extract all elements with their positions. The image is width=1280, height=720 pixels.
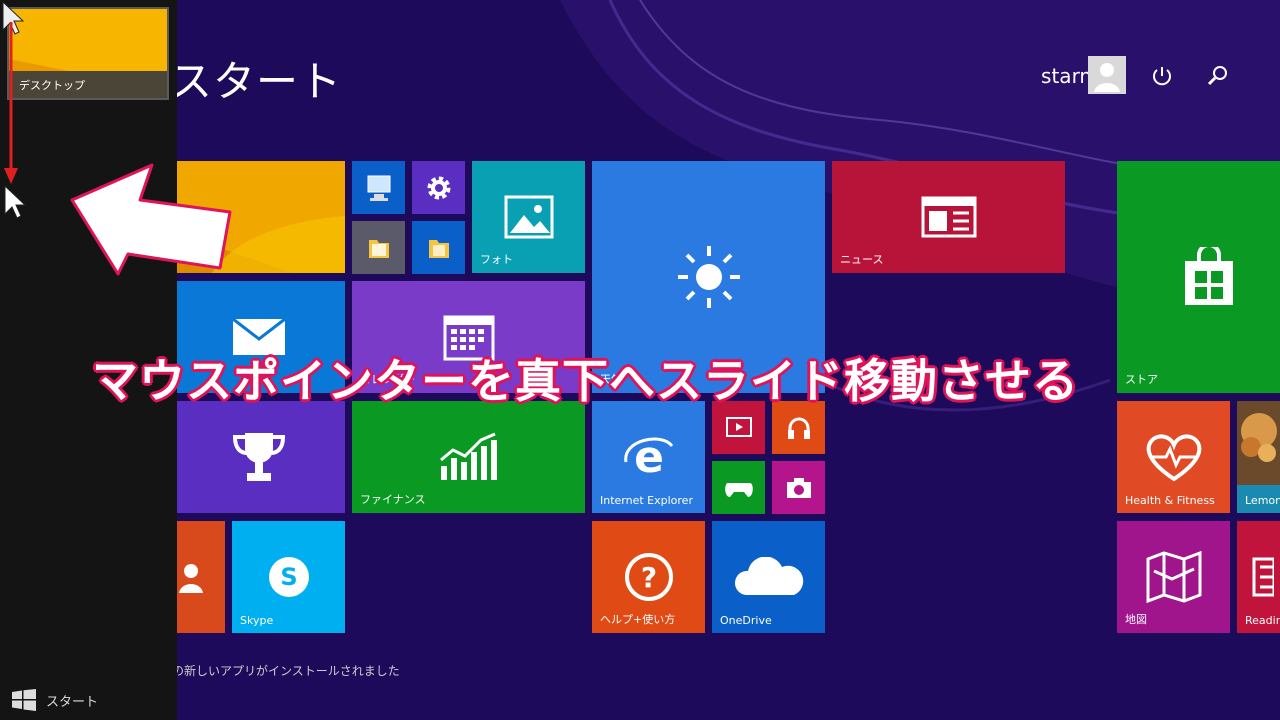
tile-label: ヘルプ+使い方 — [600, 613, 676, 626]
tile-news[interactable]: ニュース — [832, 161, 1065, 273]
tile-documents[interactable] — [412, 221, 465, 274]
people-icon — [178, 564, 203, 593]
start-button[interactable]: スタート — [12, 688, 98, 712]
chart-up-icon — [439, 432, 497, 480]
tile-food-drink[interactable]: Lemon — [1237, 401, 1280, 513]
instruction-caption: マウスポインターを真下へスライド移動させる — [92, 354, 1079, 408]
tile-onedrive[interactable]: OneDrive — [712, 521, 825, 633]
annotation-arrows — [2, 0, 232, 276]
reading-list-icon — [1252, 557, 1274, 597]
tile-label: Health & Fitness — [1125, 494, 1215, 507]
cloud-icon — [734, 557, 803, 595]
gear-icon — [427, 176, 450, 199]
computer-icon — [367, 175, 390, 201]
cursor-icon — [2, 0, 25, 35]
ie-icon: e — [623, 432, 673, 482]
tile-file-explorer[interactable] — [352, 221, 405, 274]
heart-icon — [1146, 434, 1201, 482]
skype-icon: S — [268, 557, 309, 597]
svg-text:S: S — [280, 563, 297, 591]
headphones-icon — [787, 417, 810, 439]
tile-skype[interactable]: S Skype — [232, 521, 345, 633]
tile-games[interactable] — [172, 401, 345, 513]
svg-text:?: ? — [640, 561, 656, 594]
photo-icon — [504, 195, 553, 239]
tile-photos[interactable]: フォト — [472, 161, 585, 273]
trophy-icon — [232, 433, 285, 481]
camera-icon — [786, 477, 811, 498]
tile-people[interactable] — [172, 521, 225, 633]
folder-icon — [428, 239, 449, 258]
folder-icon — [368, 239, 389, 258]
store-icon — [1184, 247, 1233, 305]
tile-help[interactable]: ? ヘルプ+使い方 — [592, 521, 705, 633]
power-icon[interactable] — [1150, 64, 1174, 88]
tile-label: OneDrive — [720, 614, 772, 627]
install-notice[interactable]: の新しいアプリがインストールされました — [172, 662, 400, 679]
start-label: スタート — [46, 694, 99, 710]
tile-xbox-games[interactable] — [712, 461, 765, 514]
tile-internet-explorer[interactable]: e Internet Explorer — [592, 401, 705, 513]
help-icon: ? — [624, 553, 673, 601]
news-icon — [921, 196, 976, 238]
tile-camera[interactable] — [772, 461, 825, 514]
cursor-icon — [4, 184, 27, 219]
tile-label: フォト — [480, 253, 513, 266]
search-icon[interactable] — [1206, 64, 1230, 88]
windows-logo-icon — [12, 689, 36, 711]
tile-health-fitness[interactable]: Health & Fitness — [1117, 401, 1230, 513]
tile-label: ファイナンス — [360, 493, 426, 506]
tile-settings[interactable] — [412, 161, 465, 214]
tile-label: Internet Explorer — [600, 494, 693, 507]
tile-label: Lemon — [1245, 494, 1280, 507]
gamepad-icon — [724, 482, 753, 497]
tile-label: 地図 — [1125, 613, 1147, 626]
tile-maps[interactable]: 地図 — [1117, 521, 1230, 633]
sun-icon — [677, 246, 740, 308]
tile-label: Skype — [240, 614, 274, 627]
tile-label: ストア — [1125, 373, 1158, 386]
map-icon — [1146, 551, 1201, 603]
tile-finance[interactable]: ファイナンス — [352, 401, 585, 513]
user-icon[interactable] — [1088, 56, 1126, 94]
tile-label: Reading — [1245, 614, 1280, 627]
tile-store[interactable]: ストア — [1117, 161, 1280, 393]
tile-this-pc[interactable] — [352, 161, 405, 214]
tile-label: ニュース — [840, 253, 884, 266]
tile-reading-list[interactable]: Reading — [1237, 521, 1280, 633]
video-icon — [725, 416, 752, 437]
